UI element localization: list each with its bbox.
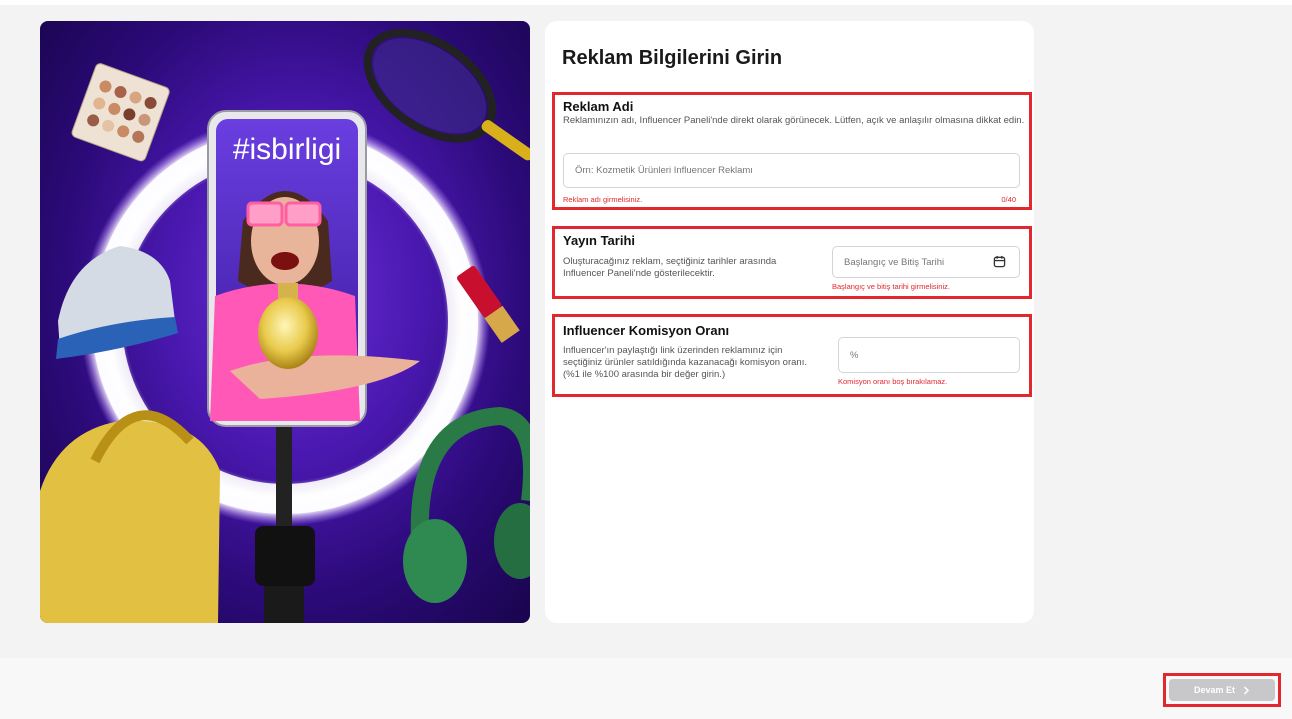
continue-button-highlight: Devam Et <box>1163 673 1281 707</box>
commission-rate-placeholder: % <box>850 349 859 361</box>
ad-name-placeholder: Örn: Kozmetik Ürünleri Influencer Reklam… <box>575 165 753 176</box>
commission-rate-section: Influencer Komisyon Oranı Influencer'ın … <box>552 314 1032 397</box>
ad-info-card: Reklam Bilgilerini Girin Reklam Adi Rekl… <box>545 21 1034 623</box>
commission-rate-error: Komisyon oranı boş bırakılamaz. <box>838 377 948 386</box>
chevron-right-icon <box>1243 685 1250 695</box>
publish-date-title: Yayın Tarihi <box>563 233 636 248</box>
ad-name-title: Reklam Adi <box>563 99 634 114</box>
footer-bar <box>0 658 1292 719</box>
commission-rate-description: Influencer'ın paylaştığı link üzerinden … <box>563 345 807 380</box>
hero-image: #isbirligi <box>40 21 530 623</box>
date-range-placeholder: Başlangıç ve Bitiş Tarihi <box>844 256 945 268</box>
continue-button[interactable]: Devam Et <box>1169 679 1275 701</box>
commission-rate-title: Influencer Komisyon Oranı <box>563 323 730 338</box>
ad-name-input[interactable]: Örn: Kozmetik Ürünleri Influencer Reklam… <box>563 153 1020 188</box>
ad-name-char-counter: 0/40 <box>1001 195 1016 204</box>
form-title: Reklam Bilgilerini Girin <box>562 47 783 69</box>
hero-hashtag: #isbirligi <box>233 133 341 166</box>
top-strip <box>0 0 1292 5</box>
publish-date-description: Oluşturacağınız reklam, seçtiğiniz tarih… <box>563 256 777 279</box>
date-range-picker[interactable]: Başlangıç ve Bitiş Tarihi <box>832 246 1020 278</box>
calendar-icon <box>993 255 1006 268</box>
publish-date-error: Başlangıç ve bitiş tarihi girmelisiniz. <box>832 282 950 291</box>
ad-name-section: Reklam Adi Reklamınızın adı, Influencer … <box>552 92 1032 210</box>
commission-rate-input[interactable]: % <box>838 337 1020 373</box>
ad-name-description: Reklamınızın adı, Influencer Paneli'nde … <box>563 115 1025 126</box>
ad-name-error: Reklam adı girmelisiniz. <box>563 195 643 204</box>
hero-illustration: #isbirligi <box>40 28 530 623</box>
publish-date-section: Yayın Tarihi Oluşturacağınız reklam, seç… <box>552 226 1032 299</box>
continue-button-label: Devam Et <box>1193 685 1236 695</box>
